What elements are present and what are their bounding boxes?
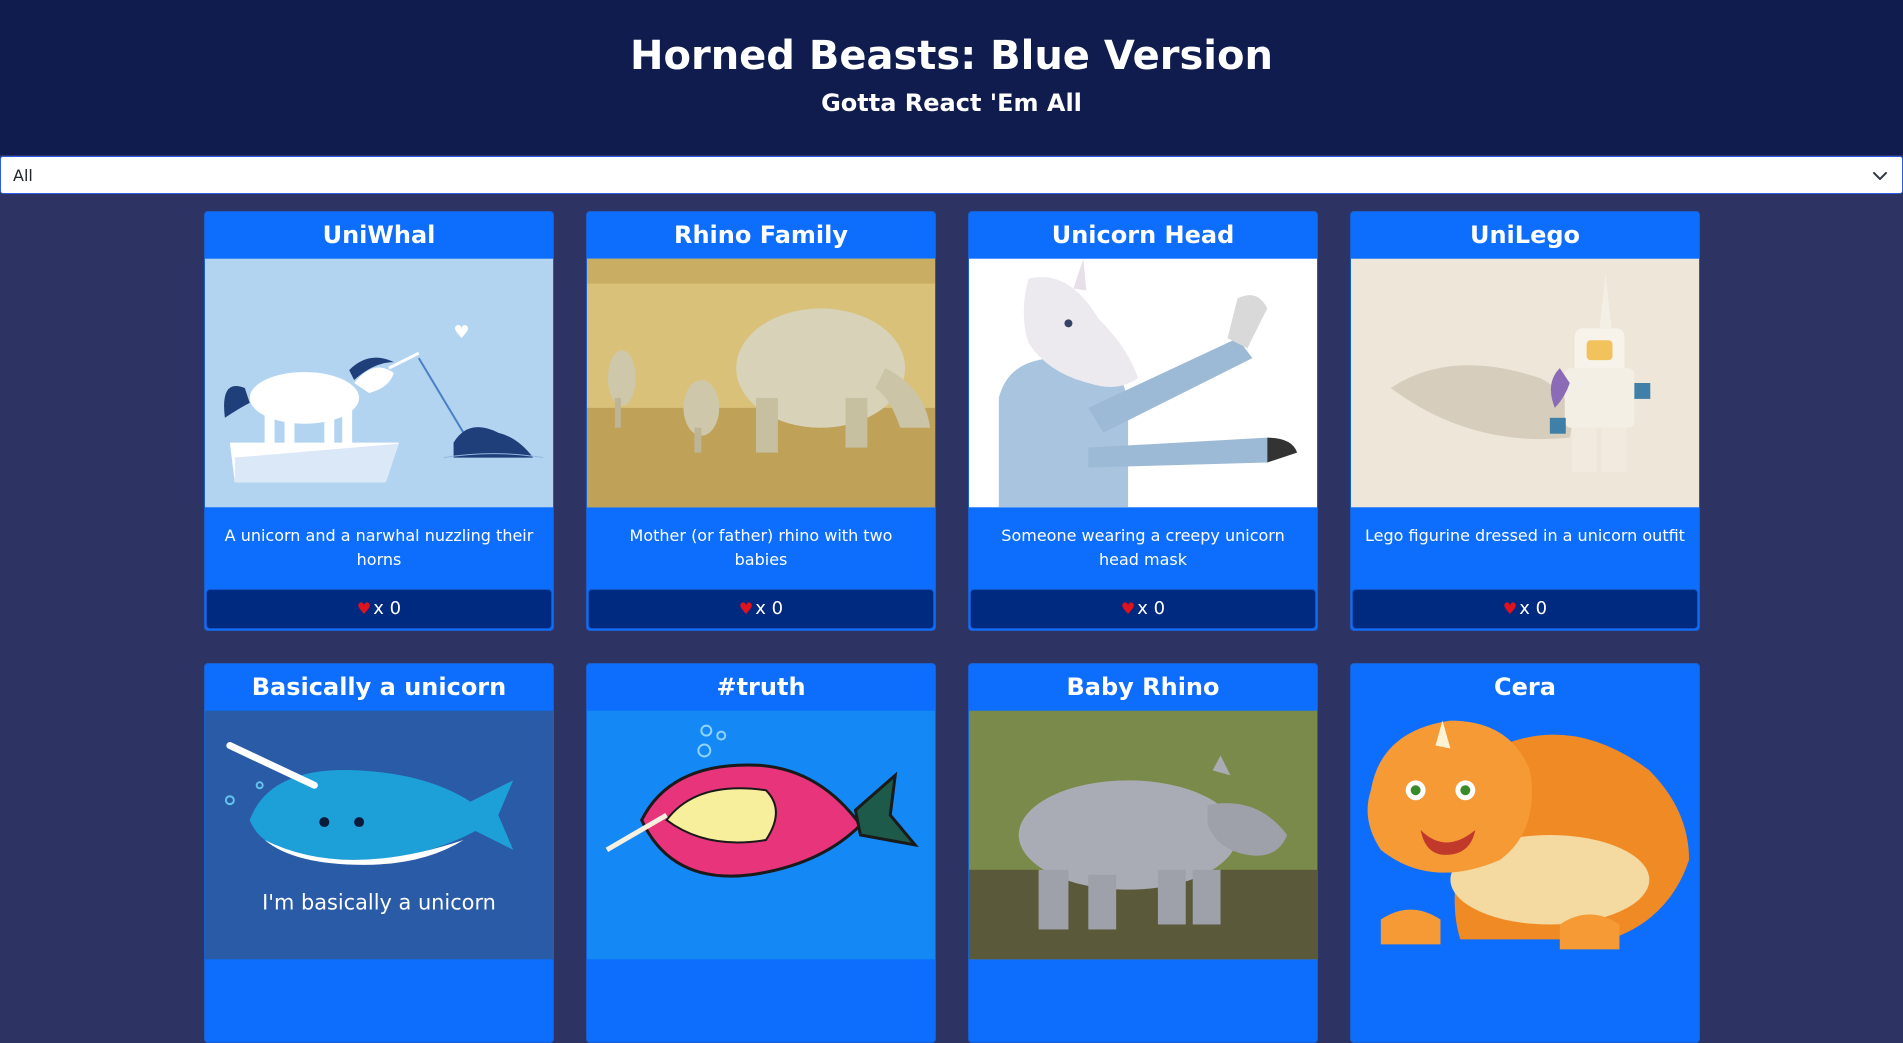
beast-card[interactable]: #truth xyxy=(586,663,936,1043)
card-title: Cera xyxy=(1494,673,1556,701)
favorite-button[interactable]: ♥ x 0 xyxy=(970,589,1316,629)
card-image-basically-unicorn[interactable]: I'm basically a unicorn xyxy=(205,710,553,960)
heart-icon: ♥ xyxy=(356,599,372,618)
card-description: Mother (or father) rhino with two babies xyxy=(629,526,893,569)
narwhal-illustration: I'm basically a unicorn xyxy=(205,710,553,960)
card-image-rhino-family[interactable] xyxy=(587,258,935,508)
card-image-cera[interactable] xyxy=(1351,710,1699,960)
card-description: Lego figurine dressed in a unicorn outfi… xyxy=(1365,526,1685,545)
narwhal-eating-unicorn-illustration xyxy=(587,710,935,960)
card-image-unilego[interactable] xyxy=(1351,258,1699,508)
unicorn-head-mask-photo xyxy=(969,258,1317,508)
baby-rhino-photo xyxy=(969,710,1317,960)
page-subtitle: Gotta React 'Em All xyxy=(821,89,1082,117)
card-image-baby-rhino[interactable] xyxy=(969,710,1317,960)
page-title: Horned Beasts: Blue Version xyxy=(630,33,1273,79)
beast-card[interactable]: Rhino Family Mother (or father) rhino wi… xyxy=(586,211,936,631)
beast-card[interactable]: UniWhal ♥ A unicorn and a narwhal nuzzli… xyxy=(204,211,554,631)
cera-triceratops-illustration xyxy=(1351,710,1699,960)
beast-card[interactable]: UniLego Lego figurine dressed in a unico… xyxy=(1350,211,1700,631)
favorite-button[interactable]: ♥ x 0 xyxy=(1352,589,1698,629)
card-image-truth[interactable] xyxy=(587,710,935,960)
card-title: Baby Rhino xyxy=(1066,673,1220,701)
favorite-button[interactable]: ♥ x 0 xyxy=(588,589,934,629)
card-title: Rhino Family xyxy=(673,221,848,249)
horns-filter-select[interactable]: All xyxy=(0,156,1903,194)
lego-unicorn-photo xyxy=(1351,258,1699,508)
heart-icon: ♥ xyxy=(1502,599,1518,618)
favorite-count: x 0 xyxy=(755,598,784,619)
unicorn-narwhal-illustration: ♥ xyxy=(205,258,553,508)
favorite-count: x 0 xyxy=(1137,598,1166,619)
card-title: #truth xyxy=(716,673,806,701)
card-description: A unicorn and a narwhal nuzzling their h… xyxy=(224,526,534,569)
filter-selected-value: All xyxy=(13,166,33,185)
beast-card[interactable]: Basically a unicorn I'm basically a unic… xyxy=(204,663,554,1043)
card-description: Someone wearing a creepy unicorn head ma… xyxy=(1001,526,1285,569)
beast-card[interactable]: Cera xyxy=(1350,663,1700,1043)
card-title: UniWhal xyxy=(322,221,436,249)
site-header: Horned Beasts: Blue Version Gotta React … xyxy=(0,0,1903,155)
heart-icon: ♥ xyxy=(738,599,754,618)
heart-icon: ♥ xyxy=(1120,599,1136,618)
card-title: Basically a unicorn xyxy=(251,673,507,701)
rhino-family-photo xyxy=(587,258,935,508)
image-caption: I'm basically a unicorn xyxy=(262,891,496,915)
card-image-unicorn-head[interactable] xyxy=(969,258,1317,508)
card-title: Unicorn Head xyxy=(1051,221,1235,249)
card-title: UniLego xyxy=(1469,221,1581,249)
card-image-uniwhal[interactable]: ♥ xyxy=(205,258,553,508)
favorite-count: x 0 xyxy=(373,598,402,619)
svg-text:♥: ♥ xyxy=(454,322,470,343)
beast-card[interactable]: Baby Rhino xyxy=(968,663,1318,1043)
chevron-down-icon xyxy=(1873,172,1887,180)
favorite-count: x 0 xyxy=(1519,598,1548,619)
beast-card[interactable]: Unicorn Head Someone wearing a creepy un… xyxy=(968,211,1318,631)
favorite-button[interactable]: ♥ x 0 xyxy=(206,589,552,629)
